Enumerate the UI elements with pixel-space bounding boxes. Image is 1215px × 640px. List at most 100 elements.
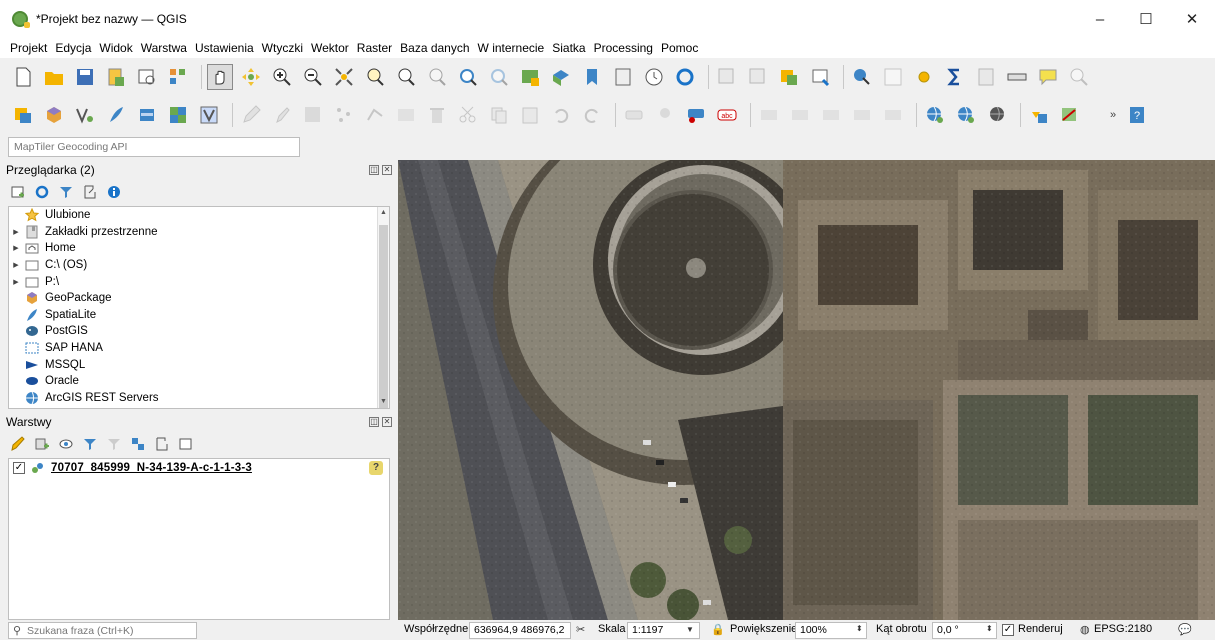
temporal-controller-button[interactable] (641, 64, 667, 90)
rotate-label-button[interactable] (849, 102, 875, 128)
zoom-last-button[interactable] (455, 64, 481, 90)
layer-labeling-button[interactable] (683, 102, 709, 128)
expand-arrow-icon[interactable]: ▶ (11, 244, 21, 252)
pan-to-selection-button[interactable] (238, 64, 264, 90)
map-canvas[interactable] (398, 160, 1215, 620)
show-hide-labels-button[interactable] (787, 102, 813, 128)
undo-button[interactable] (548, 102, 574, 128)
redo-button[interactable] (579, 102, 605, 128)
label-toolbar-button[interactable] (621, 102, 647, 128)
layer-visibility-checkbox[interactable]: ✓ (13, 462, 25, 474)
float-panel-button[interactable]: ◫ (369, 165, 379, 175)
menu-wtyczki[interactable]: Wtyczki (258, 41, 307, 55)
render-checkbox[interactable]: ✓ (1002, 624, 1014, 636)
modify-attributes-button[interactable] (393, 102, 419, 128)
move-label-button[interactable] (818, 102, 844, 128)
expand-arrow-icon[interactable]: ▶ (11, 278, 21, 286)
digitize-button[interactable] (331, 102, 357, 128)
toggle-editing-button[interactable] (269, 102, 295, 128)
annotation-button[interactable] (1035, 64, 1061, 90)
style-manager-button[interactable] (165, 64, 191, 90)
maximize-button[interactable]: ☐ (1123, 0, 1169, 38)
identify-button[interactable] (849, 64, 875, 90)
add-raster-layer-button[interactable] (165, 102, 191, 128)
filter-expression-button[interactable] (106, 436, 122, 452)
toolbox-button[interactable] (911, 64, 937, 90)
measure-button[interactable] (1004, 64, 1030, 90)
browser-item-drive-p[interactable]: ▶ P:\ (9, 273, 389, 290)
close-button[interactable]: ✕ (1169, 0, 1215, 38)
menu-edycja[interactable]: Edycja (51, 41, 95, 55)
zoom-selection-button[interactable] (362, 64, 388, 90)
new-bookmark-button[interactable] (579, 64, 605, 90)
browser-item-sap-hana[interactable]: SAP HANA (9, 340, 389, 357)
refresh-browser-button[interactable] (34, 184, 50, 200)
menu-warstwa[interactable]: Warstwa (137, 41, 191, 55)
browser-item-zakladki[interactable]: ▶ Zakładki przestrzenne (9, 224, 389, 241)
scrollbar-thumb[interactable] (379, 225, 388, 408)
expand-arrow-icon[interactable]: ▶ (11, 228, 21, 236)
delete-selected-button[interactable] (424, 102, 450, 128)
label-abc-button[interactable]: abc (714, 102, 740, 128)
toolbar-overflow-icon[interactable]: » (1110, 109, 1116, 121)
zoom-layer-button[interactable] (393, 64, 419, 90)
coordinates-field[interactable]: 636964,9 486976,2 (469, 622, 571, 639)
pin-labels-button[interactable] (652, 102, 678, 128)
help-button[interactable]: ? (1124, 102, 1150, 128)
menu-ustawienia[interactable]: Ustawienia (191, 41, 258, 55)
add-wms-layer-button[interactable] (922, 102, 948, 128)
add-spatialite-button[interactable] (103, 102, 129, 128)
lock-scale-icon[interactable]: 🔒 (711, 623, 725, 636)
add-wfs-layer-button[interactable] (984, 102, 1010, 128)
new-3d-view-button[interactable] (548, 64, 574, 90)
menu-wektor[interactable]: Wektor (307, 41, 353, 55)
deselect-button[interactable] (807, 64, 833, 90)
save-edits-button[interactable] (300, 102, 326, 128)
browser-item-arcgis[interactable]: ArcGIS REST Servers (9, 390, 389, 407)
browser-item-ulubione[interactable]: Ulubione (9, 207, 389, 224)
collapse-all-button[interactable] (82, 184, 98, 200)
scroll-down-icon[interactable]: ▼ (378, 396, 389, 408)
layer-warning-badge[interactable]: ? (369, 461, 383, 475)
menu-widok[interactable]: Widok (95, 41, 136, 55)
open-project-button[interactable] (41, 64, 67, 90)
add-mssql-button[interactable] (134, 102, 160, 128)
plugin-download-button[interactable] (1026, 102, 1052, 128)
layout-manager-button[interactable] (134, 64, 160, 90)
minimize-button[interactable]: – (1077, 0, 1123, 38)
menu-siatka[interactable]: Siatka (548, 41, 589, 55)
edit-pencil-button[interactable] (238, 102, 264, 128)
change-label-button[interactable] (880, 102, 906, 128)
collapse-all-layers-button[interactable] (154, 436, 170, 452)
remove-layer-button[interactable] (178, 436, 194, 452)
layer-item[interactable]: ✓ 70707_845999_N-34-139-A-c-1-1-3-3 ? (9, 459, 389, 477)
locator-input[interactable] (8, 137, 300, 157)
new-project-button[interactable] (10, 64, 36, 90)
zoom-in-button[interactable] (269, 64, 295, 90)
paste-features-button[interactable] (517, 102, 543, 128)
attribute-table-button[interactable] (880, 64, 906, 90)
style-panel-button[interactable] (10, 436, 26, 452)
zoom-native-button[interactable] (424, 64, 450, 90)
menu-w-internecie[interactable]: W internecie (474, 41, 549, 55)
add-wcs-layer-button[interactable] (953, 102, 979, 128)
toggle-extents-icon[interactable]: ✂ (576, 623, 585, 636)
zoom-out-button[interactable] (300, 64, 326, 90)
new-map-view-button[interactable] (517, 64, 543, 90)
filter-browser-button[interactable] (58, 184, 74, 200)
add-layer-button[interactable] (10, 184, 26, 200)
menu-projekt[interactable]: Projekt (6, 41, 51, 55)
locator-search-box[interactable]: ⚲ Szukana fraza (Ctrl+K) (8, 622, 197, 639)
browser-item-geopackage[interactable]: GeoPackage (9, 290, 389, 307)
manage-visibility-button[interactable] (58, 436, 74, 452)
rotation-spin-icon[interactable]: ⬍ (986, 624, 993, 633)
zoom-full-button[interactable] (331, 64, 357, 90)
scale-dropdown-icon[interactable]: ▼ (686, 625, 694, 634)
browser-item-home[interactable]: ▶ Home (9, 240, 389, 257)
browser-item-drive-c[interactable]: ▶ C:\ (OS) (9, 257, 389, 274)
menu-processing[interactable]: Processing (590, 41, 657, 55)
magnifier-spin-icon[interactable]: ⬍ (856, 624, 863, 633)
select-by-value-button[interactable] (776, 64, 802, 90)
locator-search-button[interactable] (1066, 64, 1092, 90)
browser-item-spatialite[interactable]: SpatiaLite (9, 307, 389, 324)
